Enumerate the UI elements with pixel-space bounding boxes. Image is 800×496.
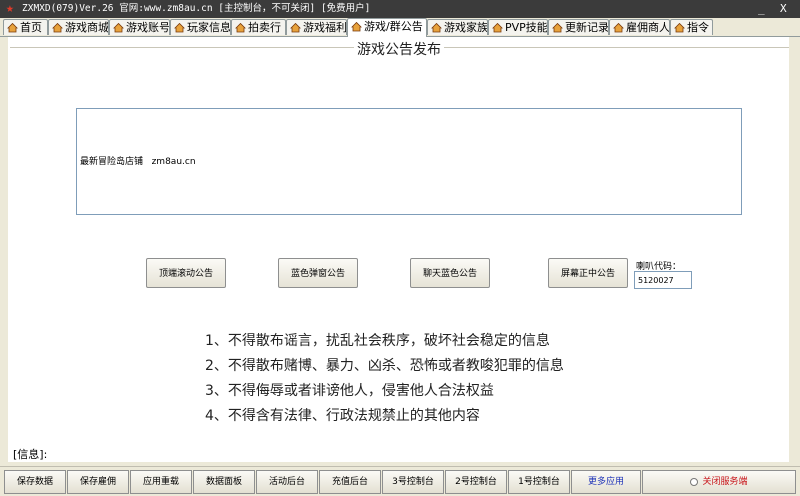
tab-hired-merchant[interactable]: 雇佣商人 xyxy=(609,19,670,35)
apply-reload-button[interactable]: 应用重载 xyxy=(130,470,192,494)
tab-label: 玩家信息 xyxy=(187,21,231,34)
house-icon xyxy=(431,22,442,33)
tab-game-mall[interactable]: 游戏商城 xyxy=(48,19,109,35)
tab-label: 游戏家族 xyxy=(444,21,488,34)
window-title: ZXMXD(079)Ver.26 官网:www.zm8au.cn [主控制台，不… xyxy=(22,3,371,14)
screen-center-announcement-button[interactable]: 屏幕正中公告 xyxy=(548,258,628,288)
house-icon xyxy=(174,22,185,33)
house-icon xyxy=(552,22,563,33)
tab-game-account[interactable]: 游戏账号 xyxy=(109,19,170,35)
tab-commands[interactable]: 指令 xyxy=(670,19,713,35)
house-icon xyxy=(674,22,685,33)
tab-auction[interactable]: 拍卖行 xyxy=(231,19,286,35)
close-server-button[interactable]: 关闭服务端 xyxy=(642,470,796,494)
rule-2: 2、不得散布赌博、暴力、凶杀、恐怖或者教唆犯罪的信息 xyxy=(205,358,564,374)
announcement-text: 最新冒险岛店铺 zm8au.cn xyxy=(80,157,196,167)
announcement-textarea[interactable]: 最新冒险岛店铺 zm8au.cn xyxy=(76,108,742,215)
group-title: 游戏公告发布 xyxy=(354,39,444,59)
house-icon xyxy=(113,22,124,33)
save-data-button[interactable]: 保存数据 xyxy=(4,470,66,494)
minimize-button[interactable]: _ xyxy=(758,0,765,18)
chat-blue-announcement-button[interactable]: 聊天蓝色公告 xyxy=(410,258,490,288)
tab-game-welfare[interactable]: 游戏福利 xyxy=(286,19,347,35)
rule-1: 1、不得散布谣言，扰乱社会秩序，破坏社会稳定的信息 xyxy=(205,333,550,349)
app-star-icon: ★ xyxy=(6,1,14,16)
top-scroll-announcement-button[interactable]: 顶端滚动公告 xyxy=(146,258,226,288)
tab-game-family[interactable]: 游戏家族 xyxy=(427,19,488,35)
tab-label: 更新记录 xyxy=(565,21,609,34)
tab-label: 雇佣商人 xyxy=(626,21,670,34)
close-server-label: 关闭服务端 xyxy=(702,477,748,487)
house-icon xyxy=(613,22,624,33)
activity-backend-button[interactable]: 活动后台 xyxy=(256,470,318,494)
speaker-code-input[interactable]: 5120027 xyxy=(634,271,692,289)
house-icon xyxy=(235,22,246,33)
tab-pvp-skills[interactable]: PVP技能 xyxy=(488,19,548,35)
rule-4: 4、不得含有法律、行政法规禁止的其他内容 xyxy=(205,408,480,424)
recharge-backend-button[interactable]: 充值后台 xyxy=(319,470,381,494)
console-2-button[interactable]: 2号控制台 xyxy=(445,470,507,494)
tab-label: PVP技能 xyxy=(505,21,548,34)
tab-label: 游戏账号 xyxy=(126,21,170,34)
more-apps-button[interactable]: 更多应用 xyxy=(571,470,641,494)
bottom-toolbar: 保存数据 保存雇佣 应用重载 数据面板 活动后台 充值后台 3号控制台 2号控制… xyxy=(0,466,800,496)
close-button[interactable]: X xyxy=(780,0,787,18)
radio-dot-icon xyxy=(690,477,699,486)
house-icon xyxy=(290,22,301,33)
tab-home[interactable]: 首页 xyxy=(3,19,48,35)
tab-label: 游戏商城 xyxy=(65,21,109,34)
house-icon xyxy=(351,21,362,32)
tab-player-info[interactable]: 玩家信息 xyxy=(170,19,231,35)
house-icon xyxy=(492,22,503,33)
title-bar: ★ ZXMXD(079)Ver.26 官网:www.zm8au.cn [主控制台… xyxy=(0,0,800,18)
data-panel-button[interactable]: 数据面板 xyxy=(193,470,255,494)
house-icon xyxy=(7,22,18,33)
console-3-button[interactable]: 3号控制台 xyxy=(382,470,444,494)
info-label: [信息]: xyxy=(13,448,48,461)
tab-label: 指令 xyxy=(687,21,709,34)
tab-label: 拍卖行 xyxy=(248,21,281,34)
tab-label: 游戏/群公告 xyxy=(364,20,423,33)
tab-announcements[interactable]: 游戏/群公告 xyxy=(347,18,427,37)
save-hire-button[interactable]: 保存雇佣 xyxy=(67,470,129,494)
tab-update-log[interactable]: 更新记录 xyxy=(548,19,609,35)
rule-3: 3、不得侮辱或者诽谤他人，侵害他人合法权益 xyxy=(205,383,494,399)
blue-popup-announcement-button[interactable]: 蓝色弹窗公告 xyxy=(278,258,358,288)
tab-label: 首页 xyxy=(20,21,42,34)
tab-strip: 首页 游戏商城 游戏账号 玩家信息 拍卖行 游戏福利 游戏/群公告 游戏家族 P… xyxy=(0,18,800,37)
console-1-button[interactable]: 1号控制台 xyxy=(508,470,570,494)
house-icon xyxy=(52,22,63,33)
tab-label: 游戏福利 xyxy=(303,21,347,34)
